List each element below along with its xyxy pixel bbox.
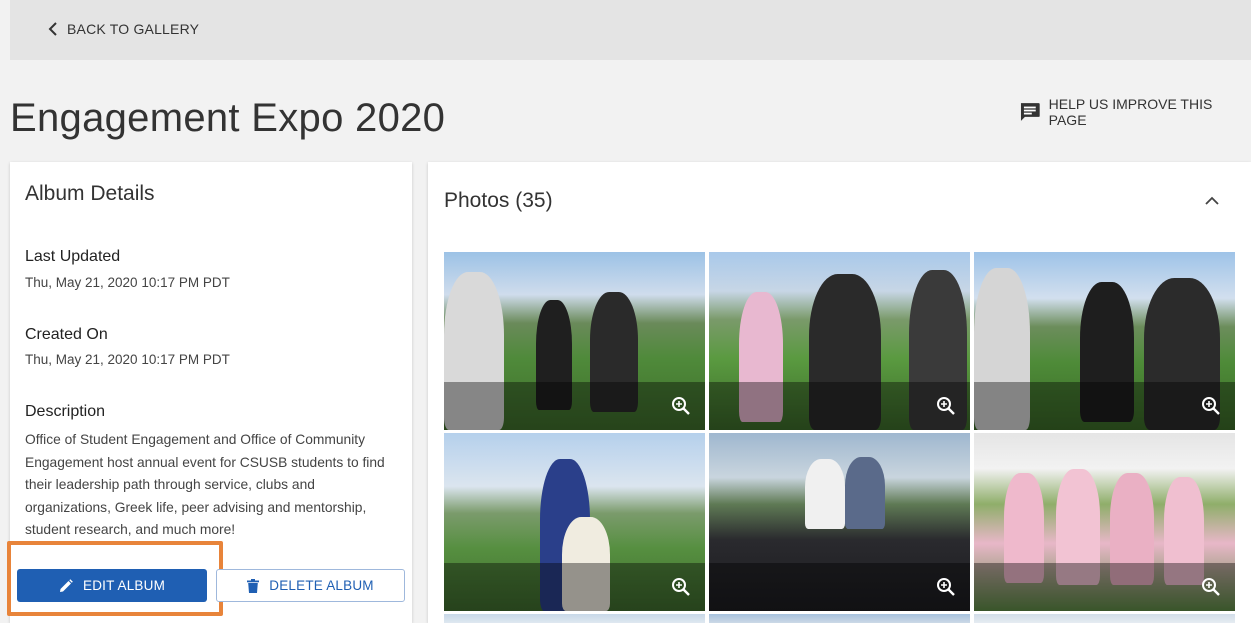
created-on-value: Thu, May 21, 2020 10:17 PM PDT	[25, 352, 230, 367]
zoom-in-icon	[1202, 397, 1220, 415]
zoom-in-icon	[937, 397, 955, 415]
photo-thumbnail[interactable]	[709, 252, 970, 430]
zoom-in-icon	[672, 578, 690, 596]
edit-album-button[interactable]: EDIT ALBUM	[17, 569, 207, 602]
chevron-up-icon	[1205, 196, 1219, 205]
delete-album-button[interactable]: DELETE ALBUM	[216, 569, 405, 602]
trash-icon	[247, 578, 260, 593]
page-title: Engagement Expo 2020	[10, 96, 446, 140]
photo-overlay	[444, 563, 705, 611]
photo-thumbnail[interactable]	[444, 433, 705, 611]
top-bar: BACK TO GALLERY	[10, 0, 1251, 60]
back-to-gallery-link[interactable]: BACK TO GALLERY	[48, 19, 199, 39]
photo-figure	[805, 459, 845, 529]
photos-card: Photos (35)	[428, 162, 1251, 623]
photo-overlay	[444, 382, 705, 430]
photo-thumbnail[interactable]	[709, 614, 970, 623]
photos-heading: Photos (35)	[444, 189, 553, 212]
photo-figure	[845, 457, 885, 529]
description-text: Office of Student Engagement and Office …	[25, 432, 385, 537]
photo-thumbnail[interactable]	[974, 614, 1235, 623]
photo-overlay	[974, 563, 1235, 611]
back-to-gallery-label: BACK TO GALLERY	[67, 21, 200, 37]
delete-album-label: DELETE ALBUM	[269, 578, 374, 593]
pencil-icon	[59, 578, 73, 592]
feedback-icon	[1020, 103, 1040, 121]
photo-thumbnail[interactable]	[444, 252, 705, 430]
album-details-heading: Album Details	[25, 182, 155, 205]
photo-overlay	[709, 382, 970, 430]
edit-album-label: EDIT ALBUM	[82, 578, 166, 593]
photo-thumbnail[interactable]	[709, 433, 970, 611]
photo-overlay	[974, 382, 1235, 430]
help-improve-link[interactable]: HELP US IMPROVE THIS PAGE	[1019, 96, 1251, 128]
help-improve-label: HELP US IMPROVE THIS PAGE	[1048, 96, 1213, 128]
photo-thumbnail[interactable]	[444, 614, 705, 623]
photo-thumbnail[interactable]	[974, 433, 1235, 611]
chevron-left-icon	[48, 22, 57, 36]
last-updated-value: Thu, May 21, 2020 10:17 PM PDT	[25, 275, 230, 290]
photo-overlay	[709, 563, 970, 611]
last-updated-label: Last Updated	[25, 248, 121, 265]
zoom-in-icon	[937, 578, 955, 596]
description-label: Description	[25, 403, 106, 420]
created-on-label: Created On	[25, 326, 108, 343]
collapse-photos-button[interactable]	[1200, 188, 1224, 212]
zoom-in-icon	[672, 397, 690, 415]
zoom-in-icon	[1202, 578, 1220, 596]
photo-thumbnail[interactable]	[974, 252, 1235, 430]
